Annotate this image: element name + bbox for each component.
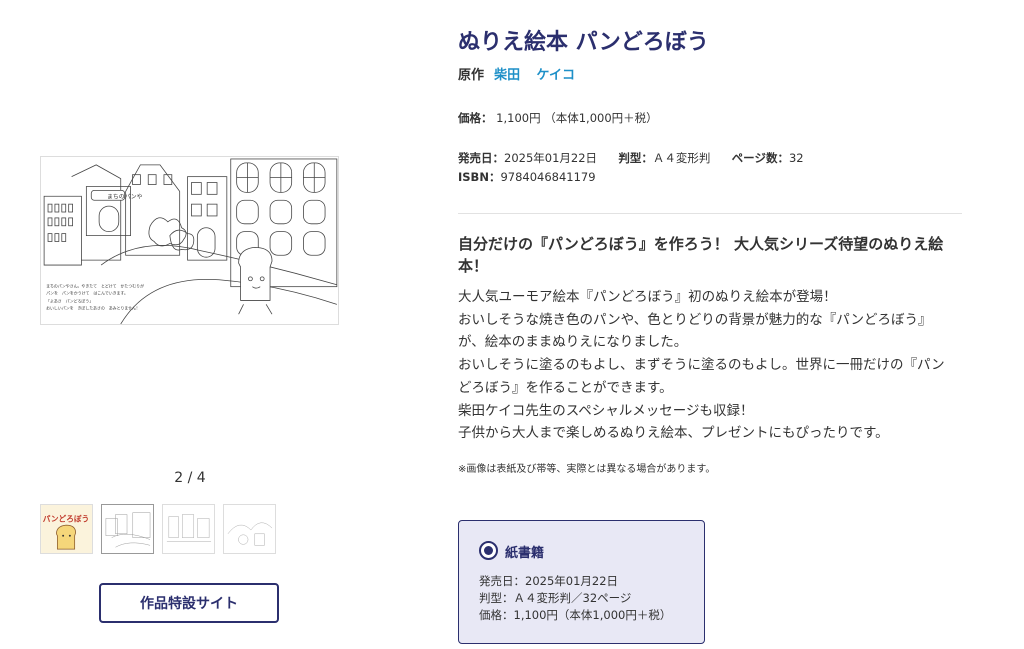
special-site-button[interactable]: 作品特設サイト [99,583,279,623]
description-line: 子供から大人まで楽しめるぬりえ絵本、プレゼントにもぴったりです。 [458,425,889,442]
description-line: 大人気ユーモア絵本『パンどろぼう』初のぬりえ絵本が登場！ [458,289,837,305]
format-price: 価格：1,100円（本体1,000円＋税） [479,608,672,622]
author-link-given-name[interactable]: ケイコ [536,68,575,83]
pages-label: ページ数： [731,151,789,165]
author-link-surname[interactable]: 柴田 [494,68,520,83]
description-line: 柴田ケイコ先生のスペシャルメッセージも収録！ [458,402,754,419]
description-line: どろぼう』を作ることができます。 [458,379,673,396]
page-3-thumbnail-image [166,514,212,542]
description-line: が、絵本のままぬりえになりました。 [458,334,688,351]
caption-line: パンを パンをかうけて はこんでいきます。 [46,291,128,296]
pages-value: 32 [788,151,804,165]
description: 大人気ユーモア絵本『パンどろぼう』初のぬりえ絵本が登場！ おいしそうな焼き色のパ… [458,286,962,445]
catch-copy: 自分だけの『パンどろぼう』を作ろう！ 大人気シリーズ待望のぬりえ絵本！ [458,235,944,275]
radio-selected-icon[interactable] [479,541,498,560]
author-role: 原作 [458,68,485,83]
cover-title-text: パンどろぼう [43,513,89,523]
image-gallery: まちのパンや まちのパンやさん。やきたて とどけて かたつむりが パンを パンを… [0,0,380,649]
thumbnail-page-3[interactable] [162,504,215,554]
format-release: 発売日：2025年01月22日 [479,574,619,588]
caption-line: まちのパンやさん。やきたて とどけて かたつむりが [46,284,144,289]
image-disclaimer: ※画像は表紙及び帯等、実際とは異なる場合があります。 [458,464,716,475]
caption-line: 「よあさ パンどろぼう」 [46,298,93,303]
price-value: 1,100円 （本体1,000円＋税） [496,111,658,125]
format-value: Ａ４変形判 [652,151,711,165]
isbn-line: ISBN：9784046841179 [458,169,596,185]
price-label: 価格： [458,111,493,125]
image-counter: 2 / 4 [174,470,206,486]
thumbnail-page-2[interactable] [101,504,154,554]
page-2-thumbnail-image [105,512,151,548]
description-line: おいしそうに塗るのもよし、まずそうに塗るのもよし。世界に一冊だけの『パン [458,357,945,374]
thumbnail-page-4[interactable] [223,504,276,554]
meta-line: 発売日：2025年01月22日 判型：Ａ４変形判 ページ数：32 [458,150,804,166]
release-value: 2025年01月22日 [504,151,598,165]
main-book-image[interactable]: まちのパンや まちのパンやさん。やきたて とどけて かたつむりが パンを パンを… [40,156,339,325]
format-option-print[interactable]: 紙書籍 発売日：2025年01月22日 判型：Ａ４変形判／32ページ 価格：1,… [458,520,705,644]
book-title: ぬりえ絵本 パンどろぼう [458,30,709,55]
format-name: 紙書籍 [505,546,545,561]
format-label: 判型： [618,151,653,165]
coloring-page-illustration: まちのパンや まちのパンやさん。やきたて とどけて かたつむりが パンを パンを… [43,158,338,324]
section-divider [458,213,962,214]
isbn-label: ISBN： [458,170,501,184]
release-label: 発売日： [458,151,504,165]
thumbnail-cover[interactable]: パンどろぼう [40,504,93,554]
price-line: 価格： 1,100円 （本体1,000円＋税） [458,110,658,126]
thumbnail-strip: パンどろぼう [40,504,276,554]
cover-thumbnail-image: パンどろぼう [41,505,92,553]
author-line: 原作 柴田 ケイコ [458,64,587,83]
description-line: おいしそうな焼き色のパンや、色とりどりの背景が魅力的な『パンどろぼう』 [458,311,932,328]
caption-line: おいしいパンを きぼしたあさの あみとりません！ [46,305,140,310]
isbn-value: 9784046841179 [500,170,596,184]
format-size: 判型：Ａ４変形判／32ページ [479,591,632,605]
shop-sign-text: まちのパンや [107,192,143,200]
page-4-thumbnail-image [227,522,273,546]
